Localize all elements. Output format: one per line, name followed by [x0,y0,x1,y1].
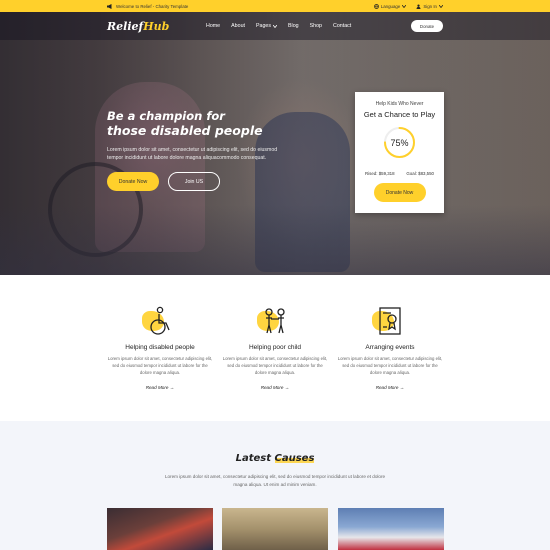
nav-home[interactable]: Home [206,23,220,29]
goal-value: $83,550 [418,171,434,176]
causes-description: Lorem ipsum dolor sit amet, consectetur … [164,474,386,487]
site-logo[interactable]: Relief Hub [107,20,169,33]
read-more-label: Read More [260,385,284,391]
feature-read-more[interactable]: Read More → [107,385,213,390]
card-subtitle: Help Kids Who Never [375,101,424,107]
card-title: Get a Chance to Play [363,110,436,119]
user-icon [416,4,421,9]
top-bar: Welcome to Relief - Charity Template Lan… [0,0,550,12]
feature-description: Lorem ipsum dolor sit amet, consectetur … [222,356,328,375]
globe-icon [373,3,379,9]
read-more-label: Read More [375,385,399,391]
arrow-right-icon: → [399,385,405,391]
main-nav: Home About Pages Blog Shop Contact [206,12,351,40]
goal-label: Goal [406,171,416,176]
features-section: Helping disabled people Lorem ipsum dolo… [0,275,550,421]
hero-title-line2: those disabled people [107,123,282,139]
welcome-text: Welcome to Relief - Charity Template [116,3,189,9]
nav-blog[interactable]: Blog [288,23,299,29]
feature-title: Helping disabled people [125,344,195,351]
raised-label: Rised [365,171,377,176]
logo-main: Relief [107,19,144,33]
header-donate-button[interactable]: Donate [411,20,443,32]
hero-title-line1: Be a champion for [107,109,225,123]
feature-card-disabled: Helping disabled people Lorem ipsum dolo… [107,305,213,390]
language-dropdown[interactable]: Language [373,3,407,9]
hero-title-highlight: disabled people [150,123,263,138]
causes-title-pre: Latest [235,453,275,464]
feature-description: Lorem ipsum dolor sit amet, consectetur … [337,356,443,375]
chevron-down-icon [402,4,407,8]
certificate-icon [372,305,406,337]
read-more-label: Read More [145,385,169,391]
latest-causes-section: Latest Causes Lorem ipsum dolor sit amet… [0,421,550,550]
welcome-message: Welcome to Relief - Charity Template [107,3,189,9]
donation-card: Help Kids Who Never Get a Chance to Play… [355,92,444,213]
causes-title-highlight-wrap: Causes [274,453,315,464]
chevron-down-icon [439,4,443,8]
progress-ring: 75% [383,126,416,159]
children-icon-graphic [265,308,285,334]
children-icon [257,305,291,337]
language-label: Language [380,3,401,9]
feature-read-more[interactable]: Read More → [222,385,328,390]
wheelchair-icon [142,305,176,337]
hero-content: Be a champion for those disabled people … [107,109,282,162]
feature-card-events: Arranging events Lorem ipsum dolor sit a… [337,305,443,390]
progress-percent: 75% [390,137,409,148]
hero-title-highlight-wrap: disabled people [150,123,263,139]
raised-stat: Rised: $59,318 [365,171,395,176]
cause-image-3[interactable] [338,508,444,550]
hero-donate-button[interactable]: Donate Now [107,172,159,191]
nav-pages[interactable]: Pages [255,23,278,29]
signin-label: Sign In [423,3,437,9]
signin-link[interactable]: Sign In [416,4,443,9]
main-header: Relief Hub Home About Pages Blog Shop Con… [0,12,550,40]
feature-description: Lorem ipsum dolor sit amet, consectetur … [107,356,213,375]
logo-accent: Hub [143,19,170,33]
hero-join-button[interactable]: Join US [168,172,220,191]
feature-card-child: Helping poor child Lorem ipsum dolor sit… [222,305,328,390]
donation-stats: Rised: $59,318 Goal: $83,550 [355,171,444,176]
certificate-icon-graphic [379,307,401,335]
causes-title: Latest Causes [0,453,550,464]
causes-title-highlight: Causes [274,453,315,464]
goal-stat: Goal: $83,550 [406,171,434,176]
cause-image-1[interactable] [107,508,213,550]
hero-buttons: Donate Now Join US [107,172,220,191]
hero-title-pre: those [107,123,151,138]
megaphone-icon [107,3,113,9]
nav-about[interactable]: About [231,23,245,29]
nav-contact[interactable]: Contact [333,23,351,29]
feature-title: Arranging events [365,344,415,351]
nav-pages-label: Pages [255,23,272,29]
wheelchair-icon-graphic [150,306,170,335]
feature-read-more[interactable]: Read More → [337,385,443,390]
feature-title: Helping poor child [248,344,302,351]
hero-description: Lorem ipsum dolor sit amet, consectetur … [107,147,278,161]
nav-shop[interactable]: Shop [310,23,322,29]
hero-floor-shade [0,205,550,275]
arrow-right-icon: → [169,385,175,391]
arrow-right-icon: → [284,385,290,391]
card-donate-button[interactable]: Donate Now [373,183,426,202]
raised-value: $59,318 [378,171,395,176]
chevron-down-icon [273,24,278,28]
cause-image-2[interactable] [222,508,328,550]
